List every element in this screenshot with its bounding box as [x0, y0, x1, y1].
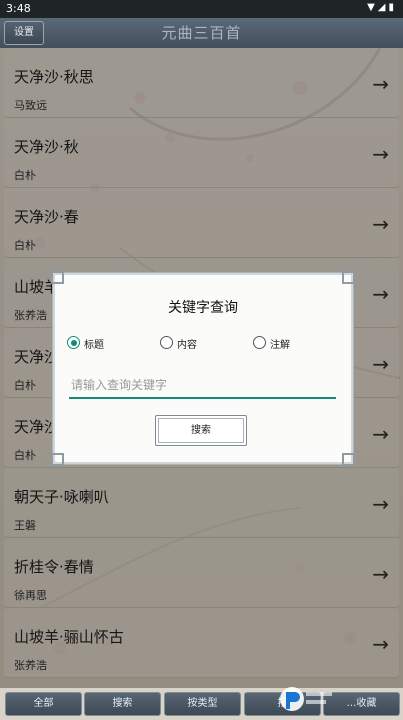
radio-checked-icon: [67, 336, 80, 349]
dialog-title: 关键字查询: [168, 300, 238, 316]
radio-unchecked-icon: [253, 336, 266, 349]
status-icons: ▼◢▮: [367, 2, 397, 13]
tab-all[interactable]: 全部: [5, 692, 82, 716]
status-bar: 3:48 ▼◢▮: [0, 0, 403, 18]
radio-label: 注解: [270, 340, 290, 351]
radio-label: 标题: [84, 340, 104, 351]
frame-corner: [342, 271, 355, 284]
tab-by-type[interactable]: 按类型: [164, 692, 241, 716]
status-time: 3:48: [6, 2, 31, 15]
frame-corner: [342, 453, 355, 466]
app-title: 元曲三百首: [161, 24, 242, 42]
frame-corner: [51, 271, 64, 284]
tab-search[interactable]: 搜索: [84, 692, 161, 716]
keyword-search-dialog: 关键字查询 标题 内容 注解 搜索: [51, 271, 355, 466]
frame-corner: [51, 453, 64, 466]
radio-label: 内容: [177, 340, 197, 351]
tab-favorites[interactable]: …收藏: [323, 692, 400, 716]
keyword-input[interactable]: [69, 375, 336, 399]
radio-unchecked-icon: [160, 336, 173, 349]
search-button[interactable]: 搜索: [155, 415, 247, 446]
bottom-bar: 全部 搜索 按类型 按 …收藏: [0, 688, 403, 720]
watermark-logo-icon: [280, 687, 332, 711]
top-app-bar: 设置 元曲三百首: [0, 18, 403, 48]
